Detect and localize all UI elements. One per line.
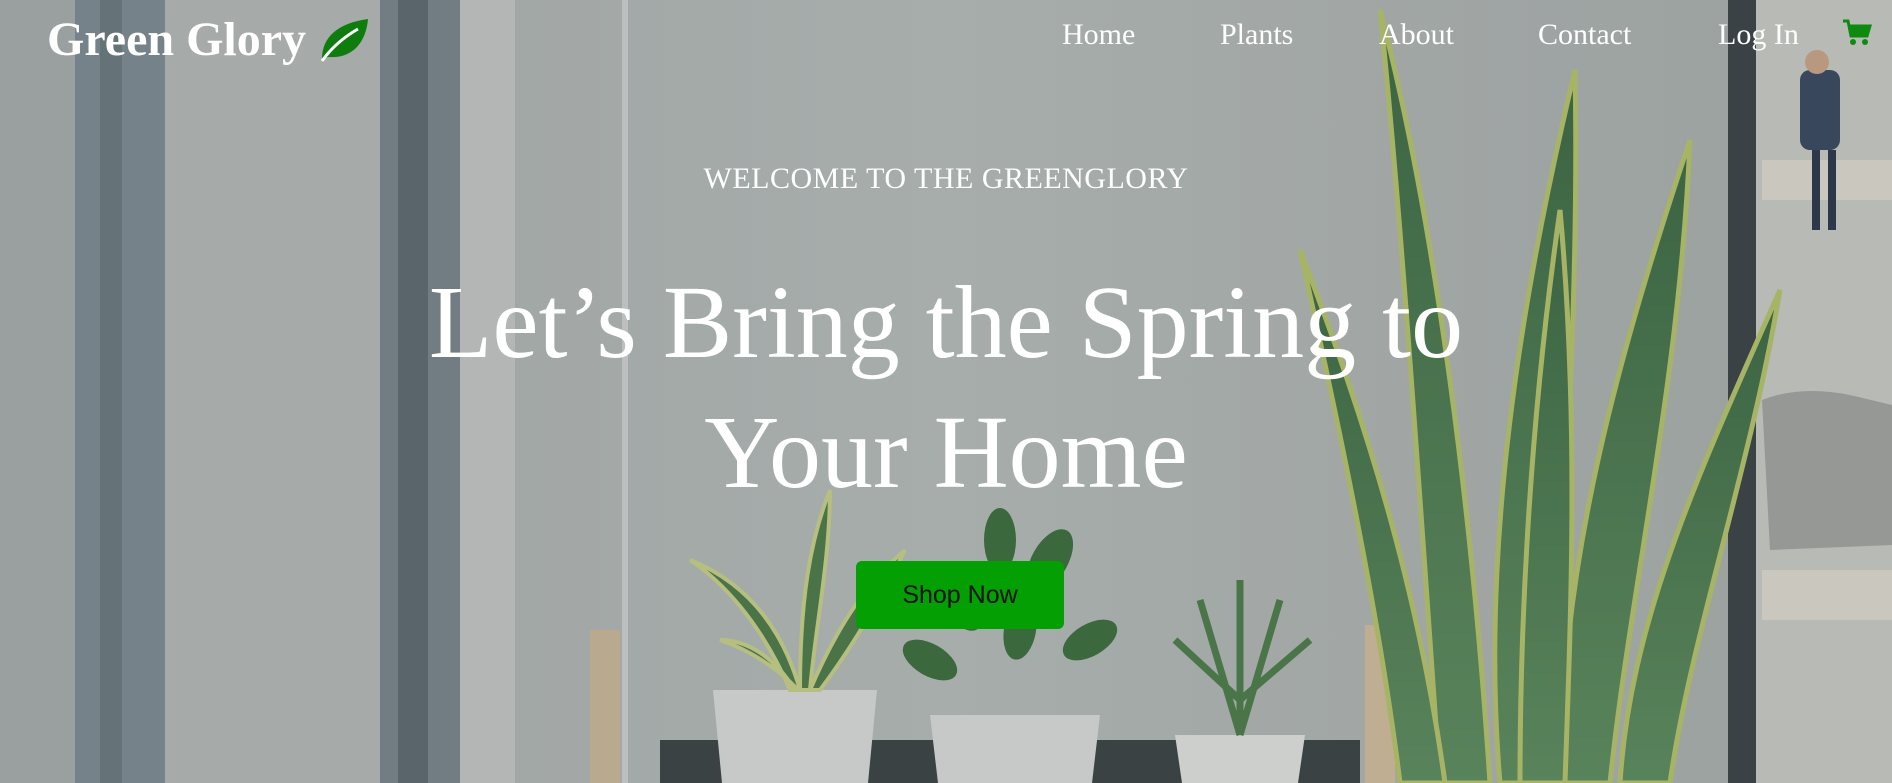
hero-headline-line1: Let’s Bring the Spring to [428,265,1464,380]
nav-contact[interactable]: Contact [1538,18,1631,52]
main-nav: Home Plants About Contact Log In [0,18,1892,62]
nav-login[interactable]: Log In [1718,18,1799,52]
hero-headline: Let’s Bring the Spring to Your Home [0,258,1892,518]
shop-now-button[interactable]: Shop Now [856,561,1064,629]
hero-eyebrow: WELCOME TO THE GREENGLORY [703,162,1189,195]
nav-plants[interactable]: Plants [1220,18,1293,52]
nav-about[interactable]: About [1379,18,1454,52]
hero-headline-line2: Your Home [704,395,1188,510]
hero-section: Green Glory Home Plants About Contact Lo… [0,0,1892,783]
nav-home[interactable]: Home [1062,18,1135,52]
cart-icon[interactable] [1842,18,1872,48]
